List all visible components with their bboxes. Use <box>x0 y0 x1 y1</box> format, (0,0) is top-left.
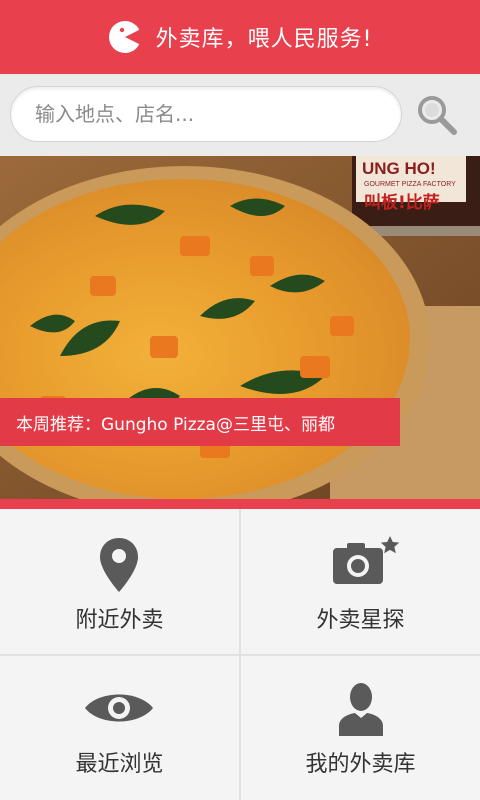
search-bar <box>0 74 480 157</box>
user-profile-icon <box>339 683 383 736</box>
menu-nearby[interactable]: 附近外卖 <box>0 509 239 654</box>
search-icon[interactable] <box>414 92 460 138</box>
featured-label[interactable]: 本周推荐：Gungho Pizza@三里屯、丽都 <box>0 398 400 446</box>
menu-nearby-label: 附近外卖 <box>75 608 164 633</box>
app-logo-icon <box>108 21 141 53</box>
menu-explorer[interactable]: 外卖星探 <box>241 509 480 654</box>
camera-star-icon <box>333 536 400 584</box>
search-input[interactable] <box>10 86 402 142</box>
eye-icon <box>85 694 153 722</box>
pizza-photo: UNG HO! GOURMET PIZZA FACTORY 叫板!比萨 <box>0 156 480 499</box>
featured-banner[interactable]: UNG HO! GOURMET PIZZA FACTORY 叫板!比萨 本周推荐… <box>0 156 480 499</box>
location-pin-icon <box>100 538 138 592</box>
menu-mine-label: 我的外卖库 <box>305 752 416 777</box>
menu-grid: 附近外卖 外卖星探 最近浏览 我的外卖库 <box>0 509 480 800</box>
banner-divider <box>0 499 480 509</box>
can-text-brand: UNG HO! <box>362 159 436 178</box>
can-text-sub: GOURMET PIZZA FACTORY <box>364 181 456 188</box>
can-text-cn: 叫板!比萨 <box>364 192 440 213</box>
menu-explorer-label: 外卖星探 <box>316 608 405 633</box>
app-title: 外卖库，喂人民服务! <box>155 27 373 52</box>
menu-recent[interactable]: 最近浏览 <box>0 656 239 800</box>
app-header: 外卖库，喂人民服务! <box>0 0 480 74</box>
menu-mine[interactable]: 我的外卖库 <box>241 656 480 800</box>
menu-recent-label: 最近浏览 <box>75 752 164 777</box>
